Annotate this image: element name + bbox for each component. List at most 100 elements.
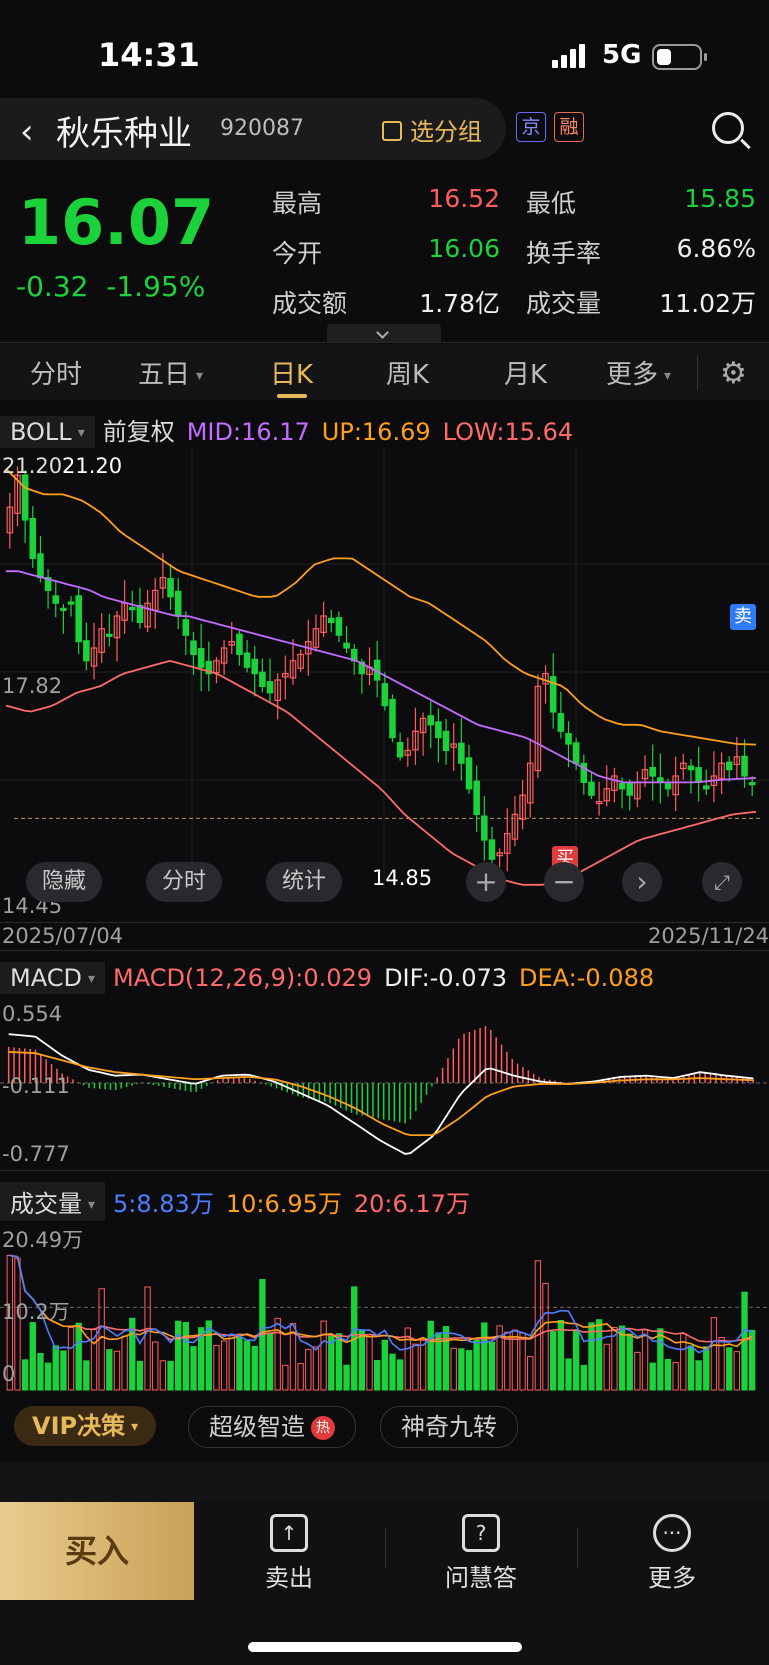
tab-five-day[interactable]: 五日 ▾ <box>138 354 203 391</box>
active-tab-indicator <box>277 394 307 398</box>
tab-daily-k[interactable]: 日K <box>270 354 313 391</box>
kline-top-label: 21.20 <box>2 454 63 478</box>
volume-bar <box>37 1352 44 1391</box>
volume-bar <box>113 1350 121 1391</box>
sell-label: 卖出 <box>265 1564 313 1592</box>
super-smart-button[interactable]: 超级智造热 <box>188 1406 356 1448</box>
tab-weekly-k[interactable]: 周K <box>386 354 429 391</box>
vip-decision-button[interactable]: VIP决策 ▾ <box>14 1406 157 1446</box>
fenshi-button[interactable]: 分时 <box>146 862 223 902</box>
adjust-mode[interactable]: 前复权 <box>103 418 175 446</box>
volume-bar <box>21 1359 29 1391</box>
volume-name: 成交量 <box>10 1190 82 1218</box>
candle-body <box>649 766 656 777</box>
volume-bar <box>396 1359 404 1391</box>
volume-indicator-row: 成交量 ▾ 5:8.83万 10:6.95万 20:6.17万 <box>0 1182 470 1221</box>
candle-body <box>128 606 136 611</box>
volume-bar <box>703 1346 710 1391</box>
tab-fenshi[interactable]: 分时 <box>30 354 82 391</box>
sell-signal-marker[interactable]: 卖 <box>730 604 756 630</box>
price-change: -0.32 -1.95% <box>16 270 205 303</box>
kline-chart[interactable] <box>0 448 769 918</box>
next-icon[interactable]: › <box>622 862 662 902</box>
candle-body <box>60 607 67 611</box>
volume-bar <box>220 1340 228 1391</box>
volume-bar <box>52 1345 59 1391</box>
volume-bar <box>343 1364 350 1391</box>
volume-bar <box>236 1337 243 1391</box>
candle-body <box>557 713 565 732</box>
back-icon[interactable]: ‹ <box>20 112 34 152</box>
more-button[interactable]: ··· 更多 <box>612 1514 732 1593</box>
candle-body <box>21 474 29 521</box>
expand-quote-button[interactable] <box>327 324 441 342</box>
volume-bar <box>458 1348 465 1391</box>
stat-value: 6.86% <box>676 234 756 263</box>
kline-mid-label: 17.82 <box>2 674 63 698</box>
volume-chart[interactable] <box>0 1218 769 1394</box>
fullscreen-icon[interactable]: ⤢ <box>702 862 742 902</box>
tab-separator <box>697 356 698 390</box>
volume-bar <box>144 1286 151 1391</box>
home-indicator[interactable] <box>248 1642 522 1652</box>
candle-body <box>259 671 266 687</box>
date-end: 2025/11/24 <box>648 924 769 948</box>
volume-bar <box>473 1339 480 1391</box>
candle-body <box>702 785 710 790</box>
volume-ma5: 5:8.83万 <box>113 1190 214 1218</box>
volume-bar <box>641 1329 649 1391</box>
volume-bar <box>565 1358 572 1391</box>
macd-selector[interactable]: MACD ▾ <box>0 962 105 994</box>
search-icon[interactable] <box>712 112 744 144</box>
candle-body <box>343 642 350 649</box>
volume-bar <box>152 1341 159 1391</box>
change-percent: -1.95% <box>106 270 206 303</box>
buy-button[interactable]: 买入 <box>0 1502 194 1600</box>
current-price: 16.07 <box>18 186 215 259</box>
candle-body <box>687 765 695 771</box>
volume-bar <box>29 1322 36 1391</box>
macd-bottom-label: -0.777 <box>2 1142 70 1166</box>
macd-chart[interactable] <box>0 998 769 1168</box>
stats-button[interactable]: 统计 <box>266 862 343 902</box>
zoom-out-icon[interactable]: − <box>544 862 584 902</box>
nine-turn-button[interactable]: 神奇九转 <box>380 1406 518 1448</box>
stat-value: 16.06 <box>428 234 500 263</box>
candle-body <box>572 742 580 764</box>
ask-button[interactable]: ? 问慧答 <box>421 1514 541 1593</box>
boll-selector[interactable]: BOLL ▾ <box>0 416 95 448</box>
volume-ma10: 10:6.95万 <box>225 1190 342 1218</box>
select-group-button[interactable]: 选分组 <box>382 112 482 147</box>
select-group-label: 选分组 <box>410 118 482 146</box>
volume-bar <box>121 1335 128 1391</box>
volume-bar <box>205 1320 212 1391</box>
macd-top-label: 0.554 <box>2 1002 63 1026</box>
volume-mid-label: 10.2万 <box>2 1300 70 1324</box>
volume-bar <box>726 1347 733 1391</box>
macd-mid-label: -0.111 <box>2 1074 70 1098</box>
gear-icon[interactable]: ⚙ <box>720 356 747 391</box>
volume-bar <box>695 1360 702 1391</box>
volume-bar <box>649 1362 656 1391</box>
kline-high-marker: 21.20 <box>62 454 123 478</box>
volume-bar <box>550 1331 557 1391</box>
sell-button[interactable]: ↑ 卖出 <box>229 1514 349 1593</box>
kline-low-marker: 14.85 <box>372 866 433 890</box>
volume-selector[interactable]: 成交量 ▾ <box>0 1182 106 1221</box>
tab-monthly-k[interactable]: 月K <box>504 354 547 391</box>
volume-bar <box>182 1322 190 1391</box>
volume-bar <box>106 1349 113 1391</box>
candle-body <box>465 757 473 790</box>
tab-more[interactable]: 更多 ▾ <box>606 354 671 391</box>
hide-button[interactable]: 隐藏 <box>26 862 103 902</box>
volume-bar <box>60 1350 67 1391</box>
volume-bar <box>710 1317 718 1391</box>
candle-body <box>174 590 182 617</box>
stat-label: 最低 <box>526 189 577 218</box>
volume-bar <box>389 1353 396 1391</box>
candle-body <box>725 761 733 771</box>
stat-value: 15.85 <box>684 184 756 213</box>
volume-bar <box>442 1326 450 1391</box>
zoom-in-icon[interactable]: + <box>466 862 506 902</box>
volume-bar <box>519 1332 526 1391</box>
